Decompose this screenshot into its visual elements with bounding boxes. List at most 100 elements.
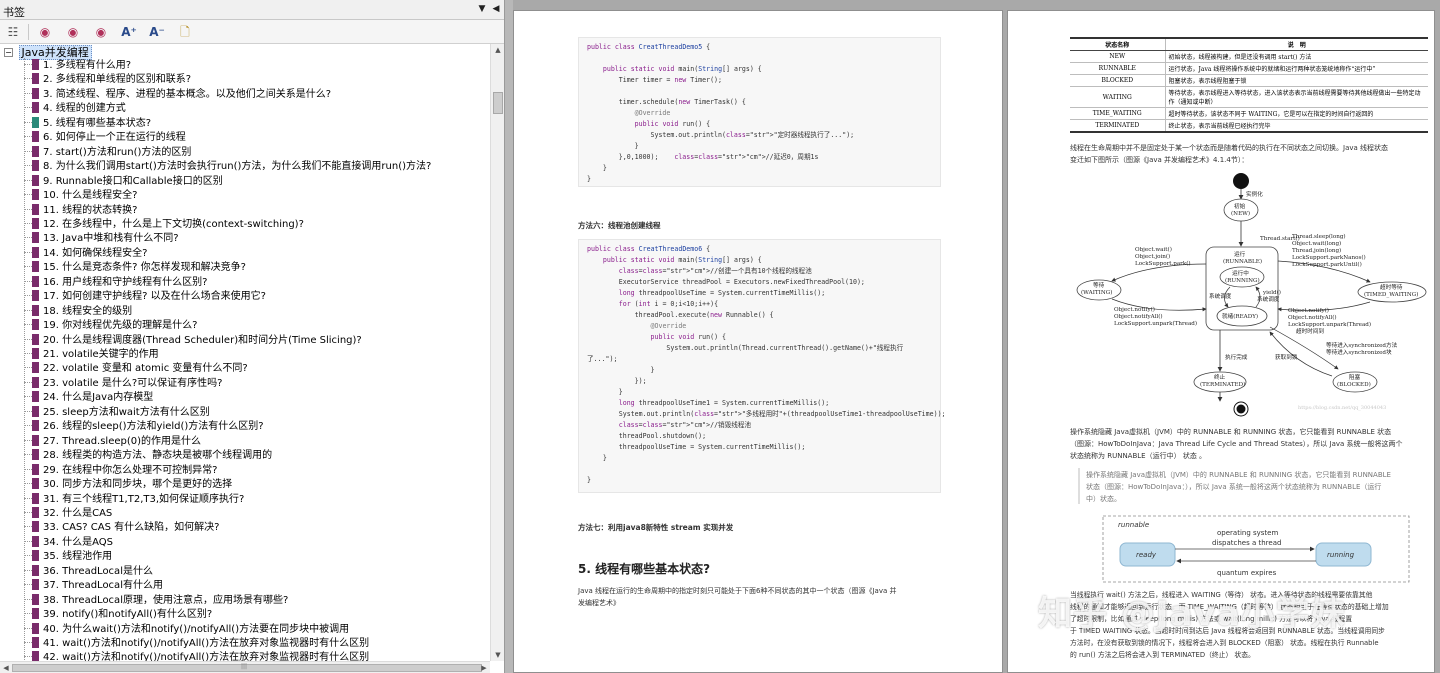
- bookmark-item-label[interactable]: 19. 你对线程优先级的理解是什么?: [43, 320, 197, 331]
- bookmark-item-label[interactable]: 30. 同步方法和同步块，哪个是更好的选择: [43, 479, 232, 490]
- bookmark-item-label[interactable]: 4. 线程的创建方式: [43, 103, 126, 114]
- bookmark-item-label[interactable]: 22. volatile 变量和 atomic 变量有什么不同?: [43, 363, 248, 374]
- bookmark-item-label[interactable]: 35. 线程池作用: [43, 551, 112, 562]
- bookmark-item[interactable]: 22. volatile 变量和 atomic 变量有什么不同?: [24, 362, 248, 376]
- bookmark-item-label[interactable]: 37. ThreadLocal有什么用: [43, 580, 163, 591]
- bookmark-item-label[interactable]: 39. notify()和notifyAll()有什么区别?: [43, 609, 212, 620]
- bookmark-item[interactable]: 33. CAS? CAS 有什么缺陷，如何解决?: [24, 521, 219, 535]
- scroll-up-icon[interactable]: ▲: [491, 44, 505, 56]
- bookmark-item-label[interactable]: 18. 线程安全的级别: [43, 306, 132, 317]
- bookmark-item[interactable]: 3. 简述线程、程序、进程的基本概念。以及他们之间关系是什么?: [24, 87, 331, 102]
- bookmark-item-label[interactable]: 21. volatile关键字的作用: [43, 349, 159, 360]
- expand-bookmark-icon[interactable]: ◉: [36, 23, 54, 41]
- bookmark-item-label[interactable]: 3. 简述线程、程序、进程的基本概念。以及他们之间关系是什么?: [43, 89, 331, 100]
- bookmark-item-label[interactable]: 26. 线程的sleep()方法和yield()方法有什么区别?: [43, 421, 264, 432]
- bookmark-item-label[interactable]: 38. ThreadLocal原理，使用注意点，应用场景有哪些?: [43, 595, 288, 606]
- bookmark-root-label[interactable]: Java并发编程: [18, 45, 92, 60]
- bookmark-item-label[interactable]: 25. sleep方法和wait方法有什么区别: [43, 407, 210, 418]
- bookmark-item[interactable]: 28. 线程类的构造方法、静态块是被哪个线程调用的: [24, 449, 272, 463]
- bookmark-item[interactable]: 37. ThreadLocal有什么用: [24, 579, 163, 593]
- scroll-thumb-horizontal[interactable]: |||: [12, 663, 482, 672]
- bookmark-item[interactable]: 13. Java中堆和栈有什么不同?: [24, 232, 179, 246]
- panel-menu-icon[interactable]: ▼: [476, 3, 488, 15]
- bookmark-item[interactable]: 17. 如何创建守护线程? 以及在什么场合来使用它?: [24, 290, 266, 304]
- bookmark-item[interactable]: 39. notify()和notifyAll()有什么区别?: [24, 608, 212, 622]
- bookmark-item[interactable]: 30. 同步方法和同步块，哪个是更好的选择: [24, 478, 232, 492]
- bookmark-item-label[interactable]: 33. CAS? CAS 有什么缺陷，如何解决?: [43, 522, 219, 533]
- bookmark-item-label[interactable]: 12. 在多线程中，什么是上下文切换(context-switching)?: [43, 219, 304, 230]
- bookmark-item-label[interactable]: 1. 多线程有什么用?: [43, 60, 131, 71]
- bookmark-item-label[interactable]: 9. Runnable接口和Callable接口的区别: [43, 176, 223, 187]
- bookmark-item[interactable]: 5. 线程有哪些基本状态?: [24, 116, 151, 131]
- scroll-down-icon[interactable]: ▼: [491, 649, 505, 661]
- font-increase-icon[interactable]: A⁺: [120, 23, 138, 41]
- bookmark-item-label[interactable]: 7. start()方法和run()方法的区别: [43, 147, 191, 158]
- bookmark-item[interactable]: 41. wait()方法和notify()/notifyAll()方法在放弃对象…: [24, 637, 369, 651]
- bookmark-item[interactable]: 38. ThreadLocal原理，使用注意点，应用场景有哪些?: [24, 593, 288, 608]
- bookmark-item-label[interactable]: 14. 如何确保线程安全?: [43, 248, 147, 259]
- bookmark-item[interactable]: 34. 什么是AQS: [24, 535, 113, 550]
- bookmark-item-label[interactable]: 40. 为什么wait()方法和notify()/notifyAll()方法要在…: [43, 624, 349, 635]
- scroll-left-icon[interactable]: ◀: [0, 662, 12, 673]
- bookmark-item[interactable]: 18. 线程安全的级别: [24, 304, 132, 319]
- bookmark-item[interactable]: 21. volatile关键字的作用: [24, 348, 159, 362]
- font-decrease-icon[interactable]: A⁻: [148, 23, 166, 41]
- bookmark-root[interactable]: − Java并发编程: [4, 44, 92, 60]
- bookmark-item-label[interactable]: 10. 什么是线程安全?: [43, 190, 137, 201]
- bookmark-item-label[interactable]: 28. 线程类的构造方法、静态块是被哪个线程调用的: [43, 450, 272, 461]
- bookmark-item-label[interactable]: 16. 用户线程和守护线程有什么区别?: [43, 277, 207, 288]
- bookmark-item[interactable]: 26. 线程的sleep()方法和yield()方法有什么区别?: [24, 420, 264, 434]
- bookmark-item-label[interactable]: 11. 线程的状态转换?: [43, 205, 137, 216]
- scroll-right-icon[interactable]: ▶: [478, 662, 490, 673]
- bookmark-item[interactable]: 16. 用户线程和守护线程有什么区别?: [24, 275, 207, 290]
- bookmark-item[interactable]: 25. sleep方法和wait方法有什么区别: [24, 405, 210, 420]
- page-properties-icon[interactable]: 🗋: [176, 23, 194, 41]
- bookmark-item[interactable]: 40. 为什么wait()方法和notify()/notifyAll()方法要在…: [24, 622, 349, 637]
- bookmark-item[interactable]: 29. 在线程中你怎么处理不可控制异常?: [24, 463, 217, 478]
- collapse-icon[interactable]: −: [4, 48, 13, 57]
- bookmark-item[interactable]: 20. 什么是线程调度器(Thread Scheduler)和时间分片(Time…: [24, 333, 362, 348]
- bookmark-item[interactable]: 7. start()方法和run()方法的区别: [24, 145, 191, 160]
- bookmark-item-label[interactable]: 29. 在线程中你怎么处理不可控制异常?: [43, 465, 217, 476]
- bookmark-item-label[interactable]: 5. 线程有哪些基本状态?: [43, 118, 151, 129]
- panel-splitter[interactable]: [505, 0, 513, 673]
- bookmark-item-label[interactable]: 24. 什么是Java内存模型: [43, 392, 153, 403]
- options-menu-icon[interactable]: ☷: [4, 23, 22, 41]
- bookmark-item-label[interactable]: 20. 什么是线程调度器(Thread Scheduler)和时间分片(Time…: [43, 335, 362, 346]
- bookmark-item[interactable]: 2. 多线程和单线程的区别和联系?: [24, 73, 191, 87]
- new-bookmark-icon[interactable]: ◉: [64, 23, 82, 41]
- bookmark-item-label[interactable]: 13. Java中堆和栈有什么不同?: [43, 233, 179, 244]
- bookmark-item[interactable]: 8. 为什么我们调用start()方法时会执行run()方法，为什么我们不能直接…: [24, 160, 431, 174]
- bookmark-item-label[interactable]: 34. 什么是AQS: [43, 537, 113, 548]
- bookmarks-vertical-scrollbar[interactable]: ▲ ▼: [490, 44, 504, 661]
- bookmark-item[interactable]: 12. 在多线程中，什么是上下文切换(context-switching)?: [24, 217, 304, 232]
- scroll-thumb[interactable]: [493, 92, 503, 114]
- collapse-panel-icon[interactable]: ◀: [490, 3, 502, 15]
- bookmark-item[interactable]: 31. 有三个线程T1,T2,T3,如何保证顺序执行?: [24, 492, 244, 507]
- bookmark-item-label[interactable]: 31. 有三个线程T1,T2,T3,如何保证顺序执行?: [43, 494, 244, 505]
- bookmark-item-label[interactable]: 23. volatile 是什么?可以保证有序性吗?: [43, 378, 222, 389]
- bookmark-item-label[interactable]: 27. Thread.sleep(0)的作用是什么: [43, 436, 201, 447]
- bookmark-item-label[interactable]: 8. 为什么我们调用start()方法时会执行run()方法，为什么我们不能直接…: [43, 161, 431, 172]
- bookmark-item[interactable]: 15. 什么是竞态条件? 你怎样发现和解决竞争?: [24, 261, 246, 275]
- bookmark-item[interactable]: 4. 线程的创建方式: [24, 102, 126, 116]
- bookmark-item-label[interactable]: 15. 什么是竞态条件? 你怎样发现和解决竞争?: [43, 262, 246, 273]
- bookmark-item[interactable]: 27. Thread.sleep(0)的作用是什么: [24, 434, 201, 449]
- bookmark-item[interactable]: 23. volatile 是什么?可以保证有序性吗?: [24, 376, 222, 391]
- bookmark-item-label[interactable]: 41. wait()方法和notify()/notifyAll()方法在放弃对象…: [43, 638, 369, 649]
- bookmark-item[interactable]: 19. 你对线程优先级的理解是什么?: [24, 319, 197, 333]
- bookmark-item[interactable]: 10. 什么是线程安全?: [24, 189, 137, 203]
- bookmark-item[interactable]: 32. 什么是CAS: [24, 506, 112, 521]
- bookmark-item[interactable]: 11. 线程的状态转换?: [24, 203, 137, 218]
- bookmark-item-label[interactable]: 2. 多线程和单线程的区别和联系?: [43, 74, 191, 85]
- bookmark-item-label[interactable]: 36. ThreadLocal是什么: [43, 566, 153, 577]
- bookmark-item[interactable]: 9. Runnable接口和Callable接口的区别: [24, 174, 223, 189]
- bookmark-item-label[interactable]: 17. 如何创建守护线程? 以及在什么场合来使用它?: [43, 291, 266, 302]
- bookmarks-horizontal-scrollbar[interactable]: ◀ ||| ▶: [0, 661, 490, 673]
- bookmark-item[interactable]: 35. 线程池作用: [24, 550, 112, 564]
- bookmark-find-icon[interactable]: ◉: [92, 23, 110, 41]
- bookmark-item[interactable]: 6. 如何停止一个正在运行的线程: [24, 131, 186, 145]
- bookmark-item-label[interactable]: 32. 什么是CAS: [43, 508, 112, 519]
- bookmark-item[interactable]: 24. 什么是Java内存模型: [24, 391, 153, 405]
- bookmark-item[interactable]: 1. 多线程有什么用?: [24, 59, 131, 73]
